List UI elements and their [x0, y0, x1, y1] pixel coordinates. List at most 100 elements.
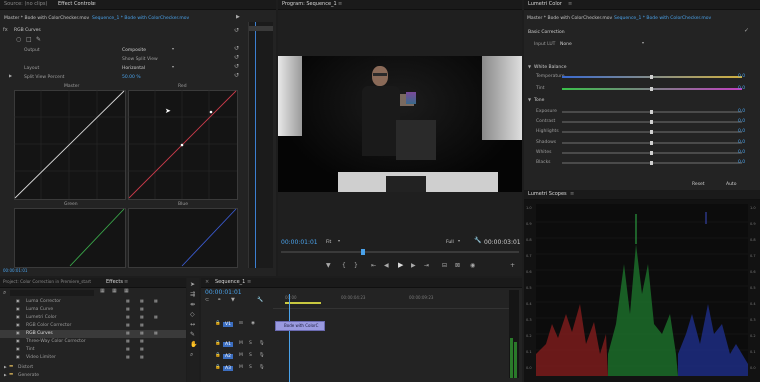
track-a3[interactable]: 🔒 A3 M S 🎙 [201, 364, 522, 374]
lumetri-breadcrumb-sequence[interactable]: Sequence_1 * Bode with ColorChecker.mov [614, 16, 711, 21]
pen-mask-icon[interactable]: ✎ [36, 37, 41, 43]
go-to-out-icon[interactable]: ⇥ [424, 263, 429, 269]
temperature-slider[interactable] [562, 74, 742, 79]
reset-output-icon[interactable]: ↺ [234, 46, 239, 52]
basic-correction-header[interactable]: Basic Correction [528, 30, 565, 35]
list-item[interactable]: ▣ Video Limiter ▦ ▦ [0, 354, 186, 362]
add-button-icon[interactable]: + [510, 263, 515, 269]
pen-tool-icon[interactable]: ✎ [190, 332, 195, 338]
shadows-slider[interactable] [562, 140, 742, 145]
lock-icon[interactable]: 🔒 [215, 341, 221, 347]
exposure-value[interactable]: 0.0 [738, 109, 745, 114]
step-forward-icon[interactable]: ▶ [411, 263, 416, 269]
hand-tool-icon[interactable]: ✋ [190, 342, 197, 348]
voice-over-icon[interactable]: 🎙 [259, 365, 265, 371]
red-curve[interactable] [128, 90, 238, 200]
contrast-thumb[interactable] [650, 119, 653, 124]
wrench-icon[interactable]: 🔧 [474, 238, 481, 244]
show-split-checkbox[interactable]: Show Split View [122, 57, 158, 62]
breadcrumb-sequence[interactable]: Sequence_1 * Bode with ColorChecker.mov [92, 16, 189, 21]
expand-arrow-icon[interactable]: ▶ [4, 365, 7, 370]
razor-tool-icon[interactable]: ◇ [190, 312, 195, 318]
folder-item[interactable]: ▶ ▬ Generate [0, 372, 186, 380]
rectangle-mask-icon[interactable]: □ [26, 37, 32, 43]
basic-correction-checkbox[interactable]: ✓ [744, 28, 749, 34]
breadcrumb-master[interactable]: Master * Bode with ColorChecker.mov [4, 16, 89, 21]
whites-value[interactable]: 0.0 [738, 150, 745, 155]
solo-icon[interactable]: S [249, 341, 252, 347]
track-a1[interactable]: 🔒 A1 M S 🎙 [201, 340, 522, 350]
snap-icon[interactable]: ⊂ [205, 298, 209, 303]
search-icon[interactable]: ⌕ [3, 290, 6, 296]
lift-icon[interactable]: ⊟ [442, 263, 447, 269]
program-timecode-left[interactable]: 00:00:01:01 [281, 239, 318, 246]
quality-dropdown-icon[interactable]: ▾ [458, 239, 460, 243]
step-back-icon[interactable]: ◀ [384, 263, 389, 269]
program-playhead[interactable] [361, 249, 365, 255]
linked-selection-icon[interactable]: ⚭ [217, 298, 221, 303]
yuv-filter-icon[interactable]: ▦ [124, 289, 129, 294]
32bit-filter-icon[interactable]: ▦ [112, 289, 117, 294]
tab-effect-controls[interactable]: Effect Controls [58, 1, 95, 7]
list-item[interactable]: ▣ Tint ▦ ▦ [0, 346, 186, 354]
voice-over-icon[interactable]: 🎙 [259, 353, 265, 359]
lock-icon[interactable]: 🔒 [215, 353, 221, 359]
tab-program[interactable]: Program: Sequence_1 [282, 1, 337, 7]
effects-search-input[interactable] [10, 290, 94, 296]
list-item[interactable]: ▣ Lumetri Color ▦ ▦ ▦ [0, 314, 186, 322]
selection-tool-icon[interactable]: ➤ [190, 282, 195, 288]
tint-slider[interactable] [562, 86, 742, 91]
layout-select[interactable]: Horizontal [122, 66, 145, 71]
timeline-close-icon[interactable]: × [205, 279, 209, 285]
track-v1[interactable]: 🔒 V1 ⊟ ◉ Bode with ColorC [201, 320, 522, 331]
fx-name[interactable]: RGB Curves [14, 28, 41, 33]
play-icon[interactable]: ▶ [398, 262, 403, 269]
blue-curve[interactable] [128, 208, 238, 268]
shadows-thumb[interactable] [650, 140, 653, 145]
output-select[interactable]: Composite [122, 48, 146, 53]
quality-select[interactable]: Full [446, 240, 454, 245]
timeline-timecode[interactable]: 00:00:01:01 [205, 289, 242, 296]
expand-arrow-icon[interactable]: ▶ [9, 74, 12, 78]
add-marker-icon[interactable]: ▼ [326, 263, 331, 269]
tab-effects[interactable]: Effects [106, 279, 123, 285]
ellipse-mask-icon[interactable]: ○ [16, 37, 21, 43]
folder-item[interactable]: ▶ ▬ Distort [0, 364, 186, 372]
lock-icon[interactable]: 🔒 [215, 365, 221, 371]
expand-arrow-icon[interactable]: ▶ [4, 373, 7, 378]
list-item[interactable]: ▣ RGB Color Corrector ▦ ▦ [0, 322, 186, 330]
track-label[interactable]: V1 [223, 322, 233, 327]
panel-menu-icon[interactable]: ≡ [92, 1, 96, 7]
blacks-value[interactable]: 0.0 [738, 160, 745, 165]
reset-split-icon[interactable]: ↺ [234, 55, 239, 61]
contrast-value[interactable]: 0.0 [738, 119, 745, 124]
tone-header[interactable]: Tone [534, 98, 544, 103]
exposure-thumb[interactable] [650, 109, 653, 114]
mini-timeline[interactable] [248, 22, 273, 268]
reset-layout-icon[interactable]: ↺ [234, 64, 239, 70]
fx-toggle-icon[interactable]: fx [3, 28, 8, 33]
extract-icon[interactable]: ⊠ [455, 263, 460, 269]
blacks-slider[interactable] [562, 160, 742, 165]
list-item[interactable]: ▣ Three-Way Color Corrector ▦ ▦ [0, 338, 186, 346]
tab-sequence[interactable]: Sequence_1 [215, 279, 245, 285]
zoom-tool-icon[interactable]: ⌕ [190, 352, 193, 358]
ripple-edit-tool-icon[interactable]: ⇹ [190, 302, 195, 308]
mark-in-icon[interactable]: { [342, 263, 346, 269]
blacks-thumb[interactable] [650, 160, 653, 165]
list-item[interactable]: ▣ Luma Curve ▦ ▦ [0, 306, 186, 314]
temperature-thumb[interactable] [650, 74, 653, 79]
list-item[interactable]: ▣ Luma Corrector ▦ ▦ ▦ [0, 298, 186, 306]
export-frame-icon[interactable]: ◉ [470, 263, 475, 269]
go-to-in-icon[interactable]: ⇤ [371, 263, 376, 269]
track-select-tool-icon[interactable]: ⇶ [190, 292, 195, 298]
exposure-slider[interactable] [562, 109, 742, 114]
track-label[interactable]: A2 [223, 354, 233, 359]
layout-dropdown-icon[interactable]: ▾ [172, 65, 174, 69]
timeline-settings-icon[interactable]: 🔧 [257, 298, 263, 303]
input-lut-dropdown-icon[interactable]: ▾ [642, 41, 644, 45]
lock-icon[interactable]: 🔒 [215, 321, 221, 327]
play-only-icon[interactable]: ▶ [236, 15, 240, 20]
lumetri-breadcrumb-master[interactable]: Master * Bode with ColorChecker.mov [527, 16, 612, 21]
input-lut-select[interactable]: None [560, 42, 572, 47]
